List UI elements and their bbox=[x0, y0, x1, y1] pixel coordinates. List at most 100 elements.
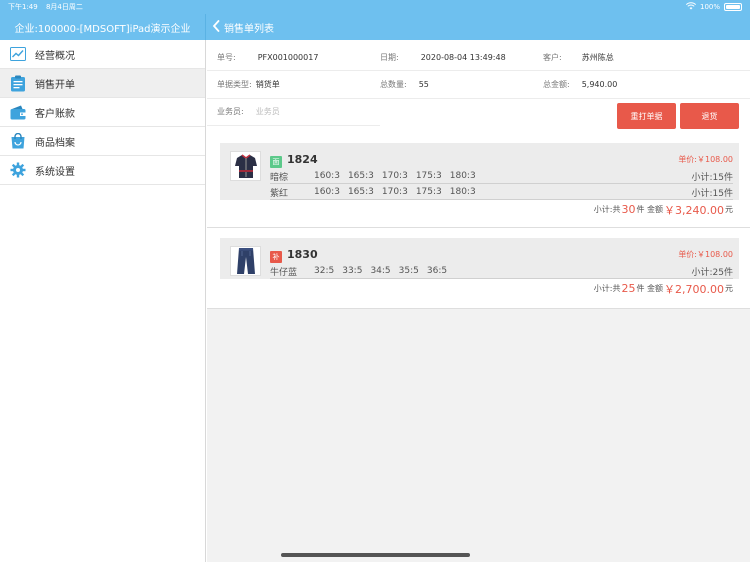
color-row: 牛仔蓝 32:5 33:5 34:5 35:5 36:5 小计:25件 bbox=[270, 264, 733, 279]
battery-percent: 100% bbox=[699, 3, 720, 11]
footer-prefix: 小计:共 bbox=[593, 205, 621, 214]
footer-amount: ￥3,240.00 bbox=[664, 203, 724, 217]
order-qty-value: 55 bbox=[418, 80, 429, 89]
status-time: 下午1:49 bbox=[8, 3, 38, 11]
size-qty: 36:5 bbox=[426, 266, 448, 276]
wallet-icon bbox=[10, 104, 26, 120]
size-qty: 34:5 bbox=[370, 266, 391, 276]
sidebar-item-label: 商品档案 bbox=[35, 137, 75, 149]
order-type-field: 单据类型: 销货单 bbox=[217, 79, 280, 90]
order-amount-label: 总金额: bbox=[543, 80, 570, 89]
order-number-field: 单号: PFX001000017 bbox=[217, 52, 318, 63]
size-qty: 180:3 bbox=[449, 187, 476, 197]
size-qty: 180:3 bbox=[449, 171, 476, 181]
item-footer: 小计:共 30 件 金额 ￥3,240.00 元 bbox=[220, 200, 739, 219]
salesman-input[interactable]: 业务员 bbox=[256, 106, 280, 117]
sidebar-item-label: 系统设置 bbox=[35, 166, 75, 178]
battery-icon bbox=[724, 3, 742, 11]
size-qty: 160:3 bbox=[314, 171, 340, 181]
order-date-field: 日期: 2020-08-04 13:49:48 bbox=[380, 52, 506, 63]
footer-mid: 件 金额 bbox=[636, 284, 664, 293]
divider bbox=[207, 227, 750, 228]
sidebar-item-products[interactable]: 商品档案 bbox=[0, 127, 205, 156]
sidebar-item-accounts[interactable]: 客户账款 bbox=[0, 98, 205, 127]
row-subtotal: 小计:15件 bbox=[691, 188, 734, 199]
footer-amount: ￥2,700.00 bbox=[664, 282, 724, 296]
salesman-field[interactable]: 业务员: 业务员 bbox=[217, 106, 280, 117]
size-qty: 32:5 bbox=[314, 266, 335, 276]
size-qty: 33:5 bbox=[342, 266, 363, 276]
shopping-bag-icon bbox=[10, 133, 26, 149]
footer-count: 30 bbox=[621, 203, 636, 216]
product-image-jeans bbox=[230, 246, 261, 276]
size-qty: 165:3 bbox=[347, 187, 374, 197]
order-type-value: 销货单 bbox=[255, 80, 280, 89]
sidebar-item-settings[interactable]: 系统设置 bbox=[0, 156, 205, 185]
status-date: 8月4日周二 bbox=[45, 3, 83, 11]
sidebar-item-label: 经营概况 bbox=[35, 50, 75, 62]
salesman-label: 业务员: bbox=[217, 107, 244, 116]
size-qty: 170:3 bbox=[381, 171, 408, 181]
sidebar-item-overview[interactable]: 经营概况 bbox=[0, 40, 205, 69]
divider bbox=[207, 70, 750, 71]
size-qty: 175:3 bbox=[415, 171, 442, 181]
color-row: 紫红 160:3 165:3 170:3 175:3 180:3 小计:15件 bbox=[270, 185, 733, 200]
item-footer: 小计:共 25 件 金额 ￥2,700.00 元 bbox=[220, 279, 739, 298]
size-qty: 175:3 bbox=[415, 187, 442, 197]
home-indicator[interactable] bbox=[281, 553, 470, 557]
footer-count: 25 bbox=[621, 282, 636, 295]
footer-mid: 件 金额 bbox=[636, 205, 664, 214]
item-code: 1830 bbox=[287, 248, 318, 261]
company-title: 企业:100000-[MDSOFT]iPad演示企业 bbox=[14, 23, 191, 35]
order-qty-field: 总数量: 55 bbox=[380, 79, 429, 90]
main-content: 单号: PFX001000017 日期: 2020-08-04 13:49:48… bbox=[207, 40, 750, 562]
clipboard-icon bbox=[10, 75, 26, 91]
size-qty: 165:3 bbox=[347, 171, 374, 181]
order-type-label: 单据类型: bbox=[217, 80, 252, 89]
row-subtotal: 小计:15件 bbox=[691, 172, 734, 183]
order-info-panel: 单号: PFX001000017 日期: 2020-08-04 13:49:48… bbox=[207, 40, 750, 133]
color-row: 暗棕 160:3 165:3 170:3 175:3 180:3 小计:15件 bbox=[270, 169, 733, 184]
reprint-button[interactable]: 重打单据 bbox=[617, 103, 676, 129]
color-name: 紫红 bbox=[270, 188, 289, 199]
order-date-label: 日期: bbox=[380, 53, 399, 62]
footer-suffix: 元 bbox=[725, 284, 733, 293]
list-item[interactable]: 面 1824 单价:￥108.00 暗棕 160:3 165:3 170:3 1… bbox=[220, 143, 739, 219]
status-left: 下午1:49 8月4日周二 bbox=[8, 2, 89, 12]
sidebar-header: 企业:100000-[MDSOFT]iPad演示企业 bbox=[0, 14, 206, 40]
color-name: 牛仔蓝 bbox=[270, 267, 298, 278]
row-subtotal: 小计:25件 bbox=[691, 267, 734, 278]
order-qty-label: 总数量: bbox=[380, 80, 407, 89]
back-chevron-icon[interactable] bbox=[212, 19, 220, 35]
order-items-list: 面 1824 单价:￥108.00 暗棕 160:3 165:3 170:3 1… bbox=[207, 133, 750, 309]
order-customer-field: 客户: 苏州陈总 bbox=[543, 52, 614, 63]
back-button-label[interactable]: 销售单列表 bbox=[224, 20, 274, 35]
size-qty: 160:3 bbox=[314, 187, 340, 197]
unit-price: 单价:￥108.00 bbox=[678, 155, 733, 164]
status-right: 100% bbox=[685, 2, 742, 12]
divider bbox=[207, 308, 750, 309]
order-amount-field: 总金额: 5,940.00 bbox=[543, 79, 617, 90]
color-name: 暗棕 bbox=[270, 172, 289, 183]
sidebar-item-label: 销售开单 bbox=[35, 79, 75, 91]
sidebar-item-sales[interactable]: 销售开单 bbox=[0, 69, 205, 98]
size-qty: 170:3 bbox=[381, 187, 408, 197]
item-code: 1824 bbox=[287, 153, 318, 166]
footer-prefix: 小计:共 bbox=[593, 284, 621, 293]
chart-icon bbox=[10, 46, 26, 62]
item-badge: 补 bbox=[270, 251, 282, 263]
unit-price: 单价:￥108.00 bbox=[678, 250, 733, 259]
return-button[interactable]: 退货 bbox=[680, 103, 739, 129]
size-qty: 35:5 bbox=[398, 266, 419, 276]
item-badge: 面 bbox=[270, 156, 282, 168]
wifi-icon bbox=[685, 2, 697, 12]
order-number-label: 单号: bbox=[217, 53, 236, 62]
salesman-underline bbox=[207, 125, 380, 126]
status-bar: 下午1:49 8月4日周二 100% bbox=[0, 0, 750, 14]
order-amount-value: 5,940.00 bbox=[581, 80, 618, 89]
order-customer-value: 苏州陈总 bbox=[581, 53, 614, 62]
sidebar: 经营概况 销售开单 客户账款 商品档案 系统设置 bbox=[0, 40, 206, 562]
footer-suffix: 元 bbox=[725, 205, 733, 214]
order-number-value: PFX001000017 bbox=[257, 53, 319, 62]
list-item[interactable]: 补 1830 单价:￥108.00 牛仔蓝 32:5 33:5 34:5 35:… bbox=[220, 238, 739, 298]
